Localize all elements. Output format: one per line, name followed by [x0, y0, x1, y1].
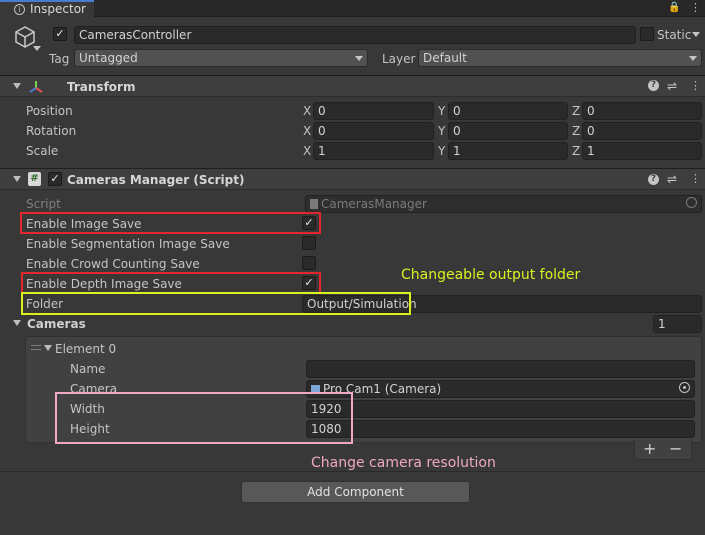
script-help-icon[interactable]: ? — [648, 174, 659, 185]
camera-field[interactable]: Pro Cam1 (Camera) — [306, 380, 695, 398]
script-component-title: Cameras Manager (Script) — [67, 173, 245, 187]
rotation-z-field[interactable]: 0 — [582, 122, 702, 140]
script-target-icon[interactable] — [686, 197, 697, 208]
rotation-label: Rotation — [26, 124, 77, 138]
remove-element-button[interactable]: − — [669, 440, 682, 458]
script-enabled-checkbox[interactable]: ✓ — [48, 172, 62, 186]
layer-dropdown-arrow — [689, 56, 697, 61]
static-dropdown-arrow[interactable] — [692, 32, 700, 37]
enable-crowd-checkbox[interactable] — [302, 256, 316, 270]
position-x-field[interactable]: 0 — [313, 102, 434, 120]
lock-icon[interactable]: 🔒 — [668, 1, 680, 15]
scale-z-axis[interactable]: Z — [572, 143, 580, 159]
position-y-field[interactable]: 0 — [448, 102, 568, 120]
tab-title: Inspector — [30, 2, 86, 16]
highlight-enable-depth — [21, 272, 321, 294]
inspector-tab[interactable]: i Inspector — [0, 0, 94, 18]
script-hash-icon: # — [28, 172, 41, 186]
layer-value: Default — [423, 51, 467, 65]
transform-title: Transform — [67, 80, 136, 94]
divider — [0, 471, 705, 472]
drag-handle-icon[interactable] — [31, 345, 41, 350]
object-name-field[interactable]: CamerasController — [74, 26, 636, 44]
add-component-label: Add Component — [307, 485, 404, 499]
script-field[interactable]: CamerasManager — [305, 195, 702, 213]
cameras-foldout[interactable] — [13, 320, 21, 326]
script-file-icon — [310, 199, 318, 209]
name-field[interactable] — [306, 360, 695, 378]
width-field[interactable]: 1920 — [306, 400, 695, 418]
height-field[interactable]: 1080 — [306, 420, 695, 438]
help-icon[interactable]: ? — [648, 80, 659, 91]
highlight-enable-image-save — [20, 212, 321, 234]
active-checkbox[interactable]: ✓ — [53, 27, 67, 41]
add-component-button[interactable]: Add Component — [241, 481, 470, 503]
highlight-resolution — [55, 392, 353, 444]
enable-segmentation-checkbox[interactable] — [302, 236, 316, 250]
position-z-axis[interactable]: Z — [572, 103, 580, 119]
rotation-x-field[interactable]: 0 — [313, 122, 434, 140]
scale-x-field[interactable]: 1 — [313, 142, 434, 160]
info-icon: i — [14, 4, 25, 15]
enable-segmentation-label: Enable Segmentation Image Save — [26, 237, 230, 251]
scale-y-axis[interactable]: Y — [438, 143, 445, 159]
script-foldout[interactable] — [13, 176, 21, 182]
resolution-annotation: Change camera resolution — [311, 455, 496, 471]
rotation-z-axis[interactable]: Z — [572, 123, 580, 139]
element-title: Element 0 — [55, 342, 117, 356]
cameras-label: Cameras — [27, 317, 86, 331]
script-label: Script — [26, 197, 61, 211]
position-x-axis[interactable]: X — [303, 103, 311, 119]
rotation-y-field[interactable]: 0 — [448, 122, 568, 140]
name-label: Name — [70, 362, 106, 376]
folder-annotation: Changeable output folder — [401, 267, 581, 283]
tag-label: Tag — [49, 52, 70, 66]
position-y-axis[interactable]: Y — [438, 103, 445, 119]
cameras-count-field[interactable]: 1 — [653, 315, 702, 333]
tag-dropdown-arrow — [355, 56, 363, 61]
script-menu-icon[interactable]: ⋮ — [690, 172, 701, 186]
tag-value: Untagged — [79, 51, 138, 65]
static-checkbox[interactable] — [640, 27, 654, 41]
add-element-button[interactable]: + — [643, 440, 656, 458]
scale-x-axis[interactable]: X — [303, 143, 311, 159]
rotation-x-axis[interactable]: X — [303, 123, 311, 139]
tag-dropdown[interactable]: Untagged — [74, 49, 368, 67]
script-value: CamerasManager — [321, 197, 427, 211]
layer-label: Layer — [382, 52, 416, 66]
transform-foldout[interactable] — [13, 83, 21, 89]
static-label: Static — [657, 28, 692, 42]
icon-dropdown-arrow[interactable] — [33, 46, 41, 51]
component-menu-icon[interactable]: ⋮ — [690, 79, 701, 93]
preset-icon[interactable]: ⇌ — [667, 79, 677, 93]
scale-z-field[interactable]: 1 — [582, 142, 702, 160]
layer-dropdown[interactable]: Default — [418, 49, 702, 67]
enable-crowd-label: Enable Crowd Counting Save — [26, 257, 200, 271]
script-preset-icon[interactable]: ⇌ — [667, 172, 677, 186]
tab-bar — [0, 0, 705, 17]
highlight-folder — [21, 292, 411, 315]
camera-target-icon[interactable] — [679, 382, 690, 393]
tab-menu-icon[interactable]: ⋮ — [690, 1, 701, 15]
rotation-y-axis[interactable]: Y — [438, 123, 445, 139]
element-foldout[interactable] — [44, 345, 52, 351]
scale-label: Scale — [26, 144, 59, 158]
position-label: Position — [26, 104, 73, 118]
scale-y-field[interactable]: 1 — [448, 142, 568, 160]
position-z-field[interactable]: 0 — [582, 102, 702, 120]
transform-icon — [28, 79, 44, 95]
